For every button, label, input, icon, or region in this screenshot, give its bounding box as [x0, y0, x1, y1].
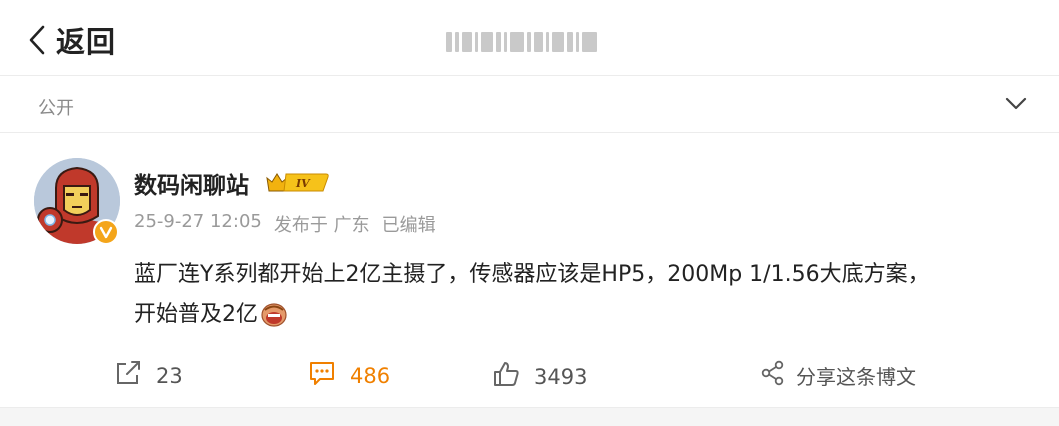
post-text-line-2-wrap: 开始普及2亿 [134, 295, 1034, 341]
share-icon [760, 360, 786, 391]
share-button[interactable]: 分享这条博文 [760, 360, 916, 391]
post-meta: 25-9-27 12:05 发布于 广东 已编辑 [134, 211, 436, 237]
user-level-badge[interactable]: IV [266, 169, 330, 199]
back-button[interactable]: 返回 [28, 20, 116, 60]
user-level-text: IV [295, 177, 311, 190]
section-divider [0, 407, 1059, 426]
repost-icon [114, 360, 142, 391]
visibility-selector[interactable]: 公开 [0, 77, 1059, 133]
verified-badge-icon [93, 219, 119, 245]
visibility-label: 公开 [38, 98, 74, 119]
comment-icon [308, 360, 336, 391]
comment-count: 486 [350, 363, 391, 388]
comment-button[interactable]: 486 [308, 360, 390, 391]
like-button[interactable]: 3493 [492, 360, 587, 393]
edited-indicator[interactable]: 已编辑 [382, 211, 436, 237]
like-count: 3493 [534, 364, 588, 389]
author-name[interactable]: 数码闲聊站 [134, 166, 249, 200]
chevron-down-icon [1005, 96, 1027, 115]
laughing-emoji-icon [260, 301, 288, 341]
post-location: 发布于 广东 [273, 215, 370, 236]
post-text-line-1: 蓝厂连Y系列都开始上2亿主摄了，传感器应该是HP5，200Mp 1/1.56大底… [134, 262, 930, 287]
back-label: 返回 [56, 25, 117, 59]
share-label: 分享这条博文 [796, 365, 916, 389]
action-bar: 23 486 3493 分享这条博文 [0, 352, 1059, 398]
repost-count: 23 [156, 363, 183, 388]
post-body: 蓝厂连Y系列都开始上2亿主摄了，传感器应该是HP5，200Mp 1/1.56大底… [134, 255, 1034, 341]
top-bar: 返回 [0, 0, 1059, 76]
repost-button[interactable]: 23 [114, 360, 183, 391]
chevron-left-icon [28, 24, 46, 56]
post-timestamp: 25-9-27 12:05 [134, 211, 262, 232]
obscured-page-title [446, 30, 606, 54]
post-text-line-2: 开始普及2亿 [134, 302, 258, 327]
thumbs-up-icon [492, 360, 520, 393]
